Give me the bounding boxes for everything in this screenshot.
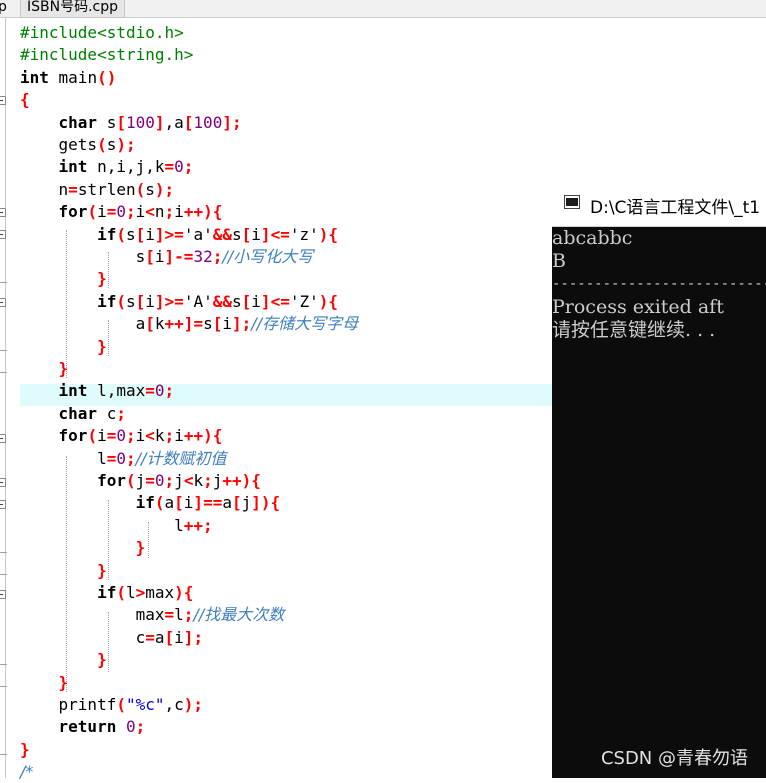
code-line[interactable]: gets(s);: [20, 134, 136, 156]
fold-for2-icon[interactable]: [0, 434, 6, 443]
console-output: abcabbc B ------------------------------…: [552, 227, 766, 342]
code-line[interactable]: int n,i,j,k=0;: [20, 156, 194, 178]
code-line[interactable]: return 0;: [20, 716, 146, 738]
code-line[interactable]: max=l;//找最大次数: [20, 604, 285, 626]
code-line[interactable]: if(l>max){: [20, 582, 193, 604]
code-line[interactable]: }: [20, 739, 30, 761]
code-line[interactable]: s[i]-=32;//小写化大写: [20, 246, 314, 268]
fold-end-tick: [0, 664, 7, 665]
code-line[interactable]: }: [20, 336, 107, 358]
console-output-line: B: [552, 250, 566, 272]
fold-end-tick: [0, 686, 7, 687]
code-line[interactable]: int l,max=0;: [20, 380, 175, 402]
code-line[interactable]: for(j=0;j<k;j++){: [20, 470, 261, 492]
fold-end-tick: [0, 754, 7, 755]
console-title-bar[interactable]: D:\C语言工程文件\_t1: [552, 183, 766, 227]
fold-if1-icon[interactable]: [0, 230, 6, 239]
csdn-watermark: CSDN @青春勿语: [600, 748, 748, 769]
tab-isbn-cpp[interactable]: ISBN号码.cpp: [20, 0, 126, 18]
code-line[interactable]: printf("%c",c);: [20, 694, 204, 716]
fold-if2-icon[interactable]: [0, 298, 6, 307]
console-app-icon: [564, 195, 580, 209]
tab-previous[interactable]: p: [0, 0, 7, 17]
code-line[interactable]: char c;: [20, 403, 126, 425]
editor-tab-strip: p ISBN号码.cpp: [0, 0, 766, 18]
code-line[interactable]: }: [20, 649, 107, 671]
code-line[interactable]: for(i=0;i<n;i++){: [20, 201, 223, 223]
code-line[interactable]: for(i=0;i<k;i++){: [20, 425, 223, 447]
fold-end-tick: [0, 574, 7, 575]
fold-main-icon[interactable]: [0, 96, 6, 105]
code-line[interactable]: }: [20, 268, 107, 290]
code-line[interactable]: }: [20, 560, 107, 582]
code-line[interactable]: if(a[i]==a[j]){: [20, 492, 281, 514]
fold-if4-icon[interactable]: [0, 590, 6, 599]
code-line[interactable]: n=strlen(s);: [20, 179, 175, 201]
fold-gutter: [0, 18, 20, 778]
console-separator: --------------------------------: [552, 276, 766, 292]
code-line[interactable]: int main(): [20, 67, 116, 89]
console-continue-line: 请按任意键继续. . .: [552, 319, 716, 341]
code-line[interactable]: if(s[i]>='A'&&s[i]<='Z'){: [20, 291, 338, 313]
fold-for1-icon[interactable]: [0, 208, 6, 217]
code-line[interactable]: }: [20, 672, 69, 694]
console-title: D:\C语言工程文件\_t1: [590, 198, 761, 218]
code-line[interactable]: if(s[i]>='a'&&s[i]<='z'){: [20, 224, 338, 246]
console-input-line: abcabbc: [552, 227, 633, 249]
code-line[interactable]: l=0;//计数赋初值: [20, 448, 226, 470]
code-line[interactable]: l++;: [20, 515, 213, 537]
code-line[interactable]: /*: [20, 761, 33, 783]
code-line[interactable]: a[k++]=s[i];//存储大写字母: [20, 313, 358, 335]
code-line[interactable]: char s[100],a[100];: [20, 112, 242, 134]
fold-end-tick: [0, 282, 7, 283]
code-line[interactable]: #include<string.h>: [20, 44, 193, 66]
fold-if3-icon[interactable]: [0, 500, 6, 509]
console-window[interactable]: D:\C语言工程文件\_t1 abcabbc B ---------------…: [552, 183, 766, 778]
fold-for3-icon[interactable]: [0, 478, 6, 487]
code-line[interactable]: {: [20, 89, 30, 111]
code-line[interactable]: }: [20, 537, 146, 559]
console-process-line: Process exited aft: [552, 296, 724, 318]
fold-end-tick: [0, 372, 7, 373]
code-line[interactable]: c=a[i];: [20, 627, 203, 649]
fold-end-tick: [0, 552, 7, 553]
code-line[interactable]: #include<stdio.h>: [20, 22, 184, 44]
fold-end-tick: [0, 350, 7, 351]
code-line[interactable]: }: [20, 358, 69, 380]
